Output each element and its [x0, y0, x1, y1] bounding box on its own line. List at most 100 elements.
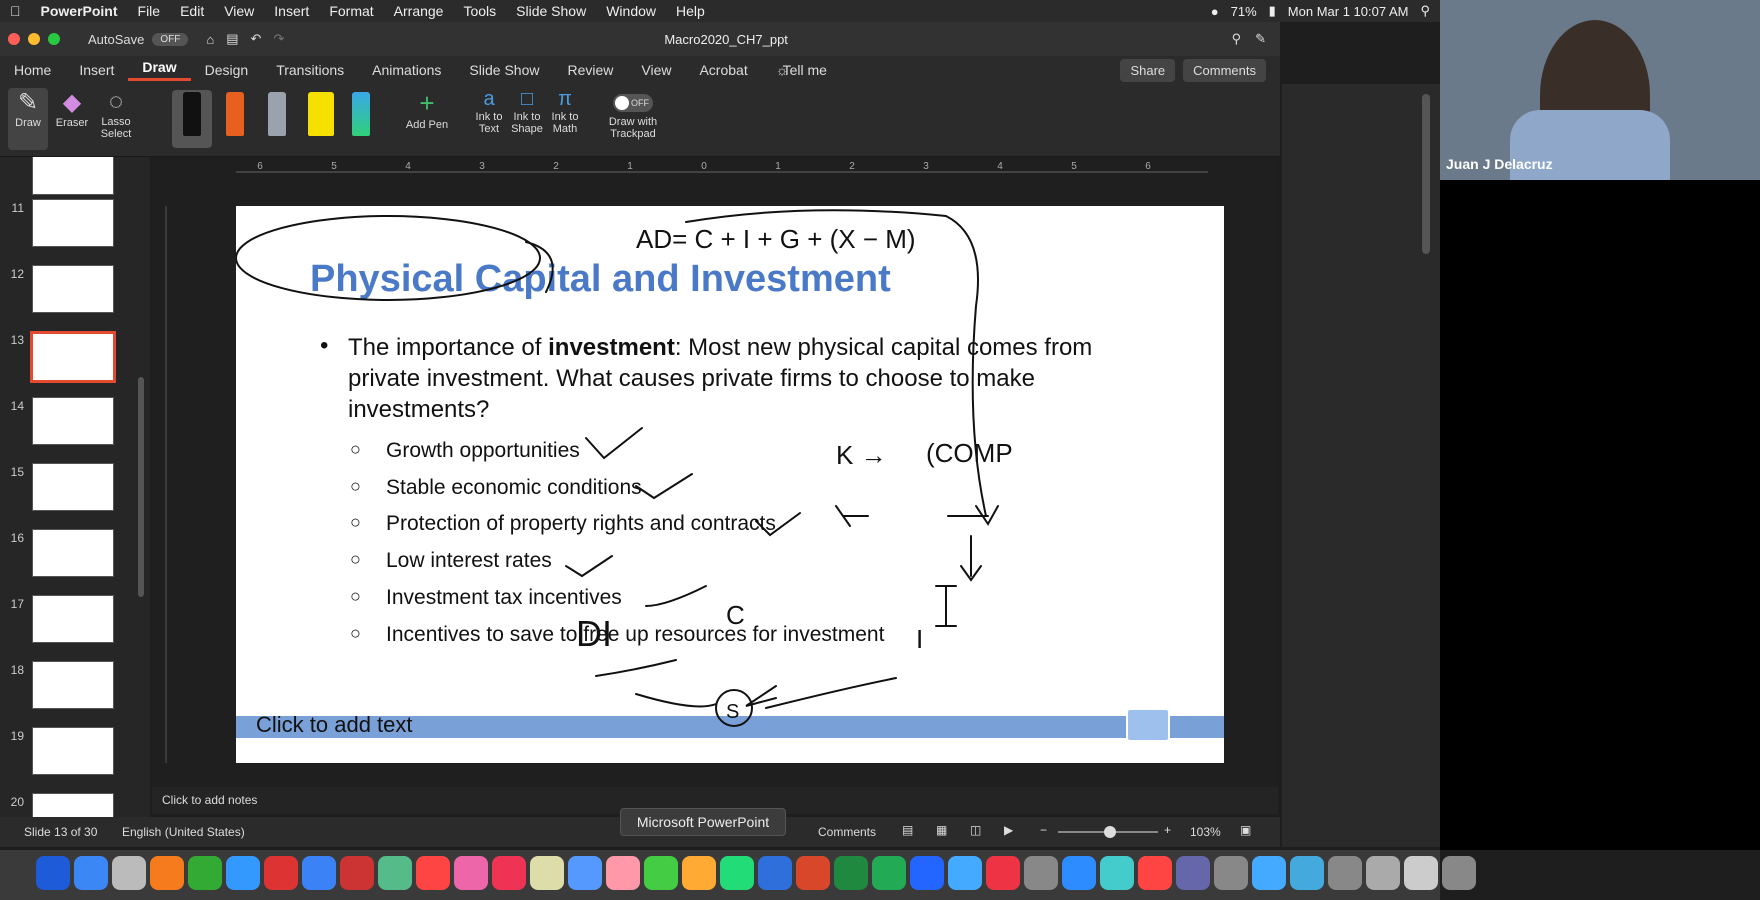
- slideshow-icon[interactable]: ▶: [1004, 823, 1013, 837]
- dock-app-icon[interactable]: [1290, 856, 1324, 890]
- normal-view-icon[interactable]: ▤: [902, 823, 913, 837]
- tab-design[interactable]: Design: [191, 62, 263, 78]
- tell-me-input[interactable]: Tell me: [783, 62, 827, 78]
- dock-app-icon[interactable]: [986, 856, 1020, 890]
- dock-app-icon[interactable]: [568, 856, 602, 890]
- thumbnail-slide-20[interactable]: [32, 793, 114, 817]
- thumbnail-slide-19[interactable]: [32, 727, 114, 775]
- dock-app-icon[interactable]: [530, 856, 564, 890]
- dock-app-icon[interactable]: [112, 856, 146, 890]
- menu-arrange[interactable]: Arrange: [394, 3, 444, 19]
- dock-app-icon[interactable]: [1062, 856, 1096, 890]
- tab-insert[interactable]: Insert: [65, 62, 128, 78]
- search-icon[interactable]: ⚲: [1232, 31, 1242, 47]
- dock-app-icon[interactable]: [1138, 856, 1172, 890]
- tab-home[interactable]: Home: [0, 62, 65, 78]
- tab-acrobat[interactable]: Acrobat: [685, 62, 761, 78]
- thumbnail-slide-17[interactable]: [32, 595, 114, 643]
- tab-draw[interactable]: Draw: [128, 59, 191, 81]
- redo-icon[interactable]: ↷: [273, 31, 284, 47]
- highlighter-yellow[interactable]: [308, 92, 334, 136]
- save-icon[interactable]: ▤: [226, 31, 238, 47]
- dock-app-icon[interactable]: [834, 856, 868, 890]
- dock-app-icon[interactable]: [720, 856, 754, 890]
- dock-app-icon[interactable]: [492, 856, 526, 890]
- slide-sorter-icon[interactable]: ▦: [936, 823, 947, 837]
- thumbnail-slide-18[interactable]: [32, 661, 114, 709]
- dock-app-icon[interactable]: [1100, 856, 1134, 890]
- zoom-in-icon[interactable]: +: [1164, 823, 1171, 837]
- ink-to-shape-button[interactable]: □ Ink to Shape: [508, 88, 546, 150]
- lasso-select-button[interactable]: ◌ Lasso Select: [96, 88, 136, 150]
- share-button[interactable]: Share: [1120, 58, 1176, 82]
- dock-app-icon[interactable]: [1024, 856, 1058, 890]
- thumbnail-slide-15[interactable]: [32, 463, 114, 511]
- dock-app-icon[interactable]: [340, 856, 374, 890]
- fit-slide-icon[interactable]: ▣: [1240, 823, 1251, 837]
- clock[interactable]: Mon Mar 1 10:07 AM: [1288, 4, 1409, 19]
- tab-view[interactable]: View: [627, 62, 685, 78]
- thumbnail-slide-16[interactable]: [32, 529, 114, 577]
- dock-app-icon[interactable]: [36, 856, 70, 890]
- thumbnail-slide-14[interactable]: [32, 397, 114, 445]
- tab-slide-show[interactable]: Slide Show: [455, 62, 553, 78]
- dock-app-icon[interactable]: [454, 856, 488, 890]
- zoom-level[interactable]: 103%: [1190, 825, 1221, 839]
- minimize-window-button[interactable]: [28, 33, 40, 45]
- dock-app-icon[interactable]: [644, 856, 678, 890]
- dock-app-icon[interactable]: [1252, 856, 1286, 890]
- pen-black[interactable]: [183, 92, 201, 136]
- language-indicator[interactable]: English (United States): [122, 825, 245, 839]
- menu-window[interactable]: Window: [606, 3, 656, 19]
- menu-view[interactable]: View: [224, 3, 254, 19]
- draw-button[interactable]: ✎ Draw: [8, 88, 48, 150]
- tab-animations[interactable]: Animations: [358, 62, 455, 78]
- pen-galaxy[interactable]: [352, 92, 370, 136]
- zoom-slider[interactable]: [1058, 826, 1158, 838]
- menu-edit[interactable]: Edit: [180, 3, 204, 19]
- draw-with-trackpad-toggle[interactable]: OFF Draw with Trackpad: [602, 94, 664, 150]
- dock-app-icon[interactable]: [758, 856, 792, 890]
- dock-app-icon[interactable]: [302, 856, 336, 890]
- scrollbar[interactable]: [1422, 94, 1430, 254]
- zoom-window-button[interactable]: [48, 33, 60, 45]
- slide-13[interactable]: Physical Capital and Investment • The im…: [236, 206, 1224, 763]
- share-window-icon[interactable]: ✎: [1255, 31, 1266, 47]
- video-participant[interactable]: Juan J Delacruz: [1440, 0, 1760, 180]
- reading-view-icon[interactable]: ◫: [970, 823, 981, 837]
- menu-insert[interactable]: Insert: [274, 3, 309, 19]
- horizontal-ruler[interactable]: 6 5 4 3 2 1 0 1 2 3 4 5 6: [208, 160, 1208, 174]
- autosave-toggle[interactable]: OFF: [152, 32, 189, 46]
- dock-app-icon[interactable]: [1328, 856, 1362, 890]
- vertical-ruler[interactable]: [152, 206, 168, 763]
- menu-tools[interactable]: Tools: [463, 3, 496, 19]
- trackpad-switch[interactable]: OFF: [613, 94, 653, 112]
- notes-placeholder[interactable]: Click to add notes: [162, 793, 257, 807]
- dock-app-icon[interactable]: [606, 856, 640, 890]
- thumbnail-partial[interactable]: [32, 157, 114, 195]
- ink-to-text-button[interactable]: a Ink to Text: [470, 88, 508, 150]
- dock-app-icon[interactable]: [264, 856, 298, 890]
- zoom-slider-thumb[interactable]: [1104, 826, 1116, 838]
- battery-icon[interactable]: ▮: [1269, 3, 1276, 19]
- home-icon[interactable]: ⌂: [206, 32, 214, 47]
- dock-app-icon[interactable]: [74, 856, 108, 890]
- menu-file[interactable]: File: [138, 3, 161, 19]
- pen-gray[interactable]: [268, 92, 286, 136]
- battery-percent[interactable]: 71%: [1231, 4, 1257, 19]
- dock-app-icon[interactable]: [910, 856, 944, 890]
- thumbnail-slide-12[interactable]: [32, 265, 114, 313]
- menu-help[interactable]: Help: [676, 3, 705, 19]
- dock-app-icon[interactable]: [226, 856, 260, 890]
- dock-app-icon[interactable]: [682, 856, 716, 890]
- dock-app-icon[interactable]: [150, 856, 184, 890]
- menu-format[interactable]: Format: [329, 3, 373, 19]
- dock-app-icon[interactable]: [1214, 856, 1248, 890]
- menu-app-name[interactable]: PowerPoint: [41, 3, 118, 19]
- eraser-button[interactable]: ◆ Eraser: [52, 88, 92, 150]
- menu-slide-show[interactable]: Slide Show: [516, 3, 586, 19]
- slide-thumbnail-panel[interactable]: 11 12 13 14 15 16 17 18 19 20: [0, 157, 150, 817]
- tab-transitions[interactable]: Transitions: [262, 62, 358, 78]
- undo-icon[interactable]: ↶: [251, 31, 262, 47]
- dock-app-icon[interactable]: [378, 856, 412, 890]
